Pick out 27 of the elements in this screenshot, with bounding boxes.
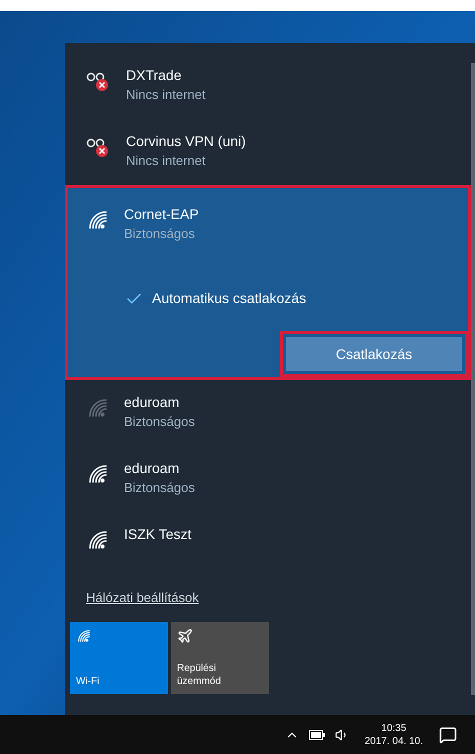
network-item[interactable]: DXTrade Nincs internet bbox=[65, 53, 471, 119]
network-item[interactable]: eduroam Biztonságos bbox=[65, 380, 471, 446]
auto-connect-label: Automatikus csatlakozás bbox=[152, 289, 306, 308]
network-status: Biztonságos bbox=[124, 225, 196, 243]
network-settings-link[interactable]: Hálózati beállítások bbox=[86, 590, 199, 605]
network-item[interactable]: ISZK Teszt bbox=[65, 512, 471, 578]
network-name: ISZK Teszt bbox=[124, 525, 192, 544]
battery-icon[interactable] bbox=[308, 730, 325, 740]
network-name: DXTrade bbox=[126, 66, 183, 85]
network-status: Biztonságos bbox=[124, 479, 195, 497]
network-status: Biztonságos bbox=[124, 413, 195, 431]
connect-button[interactable]: Csatlakozás bbox=[286, 337, 462, 371]
clock[interactable]: 10:35 2017. 04. 10. bbox=[358, 722, 429, 748]
network-name: eduroam bbox=[124, 459, 180, 478]
network-name: eduroam bbox=[124, 393, 180, 412]
notifications-icon[interactable] bbox=[439, 726, 457, 744]
wifi-icon bbox=[76, 628, 92, 644]
quick-action-tile[interactable]: Wi-Fi bbox=[70, 622, 168, 694]
network-name: Corvinus VPN (uni) bbox=[126, 132, 246, 151]
quick-action-tile[interactable]: Repülési üzemmód bbox=[171, 622, 269, 694]
network-status: Nincs internet bbox=[126, 86, 206, 104]
network-item[interactable]: Corvinus VPN (uni) Nincs internet bbox=[65, 119, 471, 185]
network-item[interactable]: eduroam Biztonságos bbox=[65, 446, 471, 512]
network-status: Nincs internet bbox=[126, 152, 206, 170]
airplane-icon bbox=[177, 628, 193, 644]
network-name: Cornet-EAP bbox=[124, 205, 199, 224]
scrollbar[interactable] bbox=[471, 63, 475, 695]
